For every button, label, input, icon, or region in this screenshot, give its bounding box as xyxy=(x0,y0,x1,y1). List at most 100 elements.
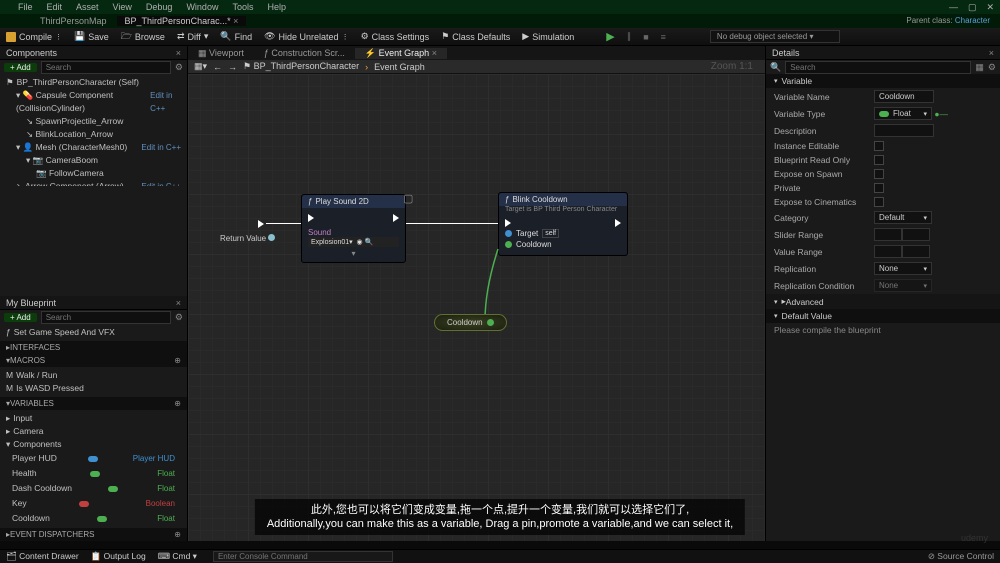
close-icon[interactable]: ✕ xyxy=(986,2,994,13)
hide-unrelated-button[interactable]: 👁 Hide Unrelated ⋮ xyxy=(264,31,348,42)
menu-view[interactable]: View xyxy=(113,2,132,12)
var-type-dropdown[interactable]: Float xyxy=(874,107,932,120)
minimize-icon[interactable]: — xyxy=(949,2,958,13)
class-defaults-button[interactable]: ⚑ Class Defaults xyxy=(441,31,510,42)
compile-button[interactable]: Compile ⋮ xyxy=(6,32,62,42)
return-value-pin[interactable]: Return Value xyxy=(220,234,275,243)
parent-class-link[interactable]: Character xyxy=(955,16,990,25)
exec-pin-out[interactable] xyxy=(258,220,264,230)
tree-item[interactable]: ↘ SpawnProjectile_Arrow xyxy=(4,115,183,128)
tree-item[interactable]: 📷 FollowCamera xyxy=(4,167,183,180)
panel-close-icon[interactable]: × xyxy=(989,48,994,58)
dispatchers-section[interactable]: ▸ EVENT DISPATCHERS⊕ xyxy=(0,528,187,541)
add-icon[interactable]: ⊕ xyxy=(174,399,181,408)
console-input[interactable] xyxy=(213,551,393,562)
variables-section[interactable]: ▾ VARIABLES⊕ xyxy=(0,397,187,410)
var-group[interactable]: ▸ Input xyxy=(4,412,183,425)
back-icon[interactable]: ← xyxy=(213,62,222,72)
var-name-input[interactable] xyxy=(874,90,934,103)
edit-cpp-link[interactable]: Edit in C++ xyxy=(141,141,181,154)
forward-icon[interactable]: → xyxy=(228,62,237,72)
menu-edit[interactable]: Edit xyxy=(47,2,63,12)
save-button[interactable]: 💾 Save xyxy=(74,31,109,42)
event-graph-tab[interactable]: ⚡ Event Graph × xyxy=(355,48,447,59)
add-component-button[interactable]: + Add xyxy=(4,63,37,72)
target-pin[interactable] xyxy=(505,230,512,237)
tab-bp[interactable]: BP_ThirdPersonCharac...* × xyxy=(117,16,247,26)
bp-readonly-checkbox[interactable] xyxy=(874,155,884,165)
panel-close-icon[interactable]: × xyxy=(176,48,181,58)
edit-cpp-link[interactable]: Edit in C++ xyxy=(150,89,181,115)
blueprint-search-input[interactable] xyxy=(41,311,171,324)
details-search-input[interactable] xyxy=(785,61,971,74)
output-log-button[interactable]: 📋 Output Log xyxy=(91,551,146,562)
browse-button[interactable]: 🗁 Browse xyxy=(121,29,165,45)
viewport-tab[interactable]: ▦ Viewport xyxy=(188,48,254,59)
interfaces-section[interactable]: ▸ INTERFACES xyxy=(0,341,187,354)
tab-close-icon[interactable]: × xyxy=(233,16,238,26)
gear-icon[interactable]: ⚙ xyxy=(175,312,183,323)
add-blueprint-button[interactable]: + Add xyxy=(4,313,37,322)
play-sound-node[interactable]: ƒ Play Sound 2D Sound Explosion01 ▾ ◉ 🔍 … xyxy=(301,194,406,263)
diff-button[interactable]: ⇄ Diff ▾ xyxy=(177,31,208,42)
category-dropdown[interactable]: Default xyxy=(874,211,932,224)
class-settings-button[interactable]: ⚙ Class Settings xyxy=(361,31,430,42)
variable-item[interactable]: Player HUDPlayer HUD xyxy=(4,451,183,466)
function-item[interactable]: ƒ Set Game Speed And VFX xyxy=(4,326,183,339)
cooldown-variable-node[interactable]: Cooldown xyxy=(434,314,507,331)
slider-min-input[interactable] xyxy=(874,228,902,241)
exec-pin-out[interactable] xyxy=(393,214,399,222)
gear-icon[interactable]: ⚙ xyxy=(175,62,183,73)
cmd-dropdown[interactable]: ⌨ Cmd ▾ xyxy=(158,551,197,562)
breadcrumb-graph[interactable]: Event Graph xyxy=(374,62,425,72)
macro-item[interactable]: M Walk / Run xyxy=(4,369,183,382)
cinematics-checkbox[interactable] xyxy=(874,197,884,207)
menu-tools[interactable]: Tools xyxy=(232,2,253,12)
var-output-pin[interactable] xyxy=(487,319,494,326)
expose-spawn-checkbox[interactable] xyxy=(874,169,884,179)
variable-item[interactable]: HealthFloat xyxy=(4,466,183,481)
simulation-button[interactable]: ▶ Simulation xyxy=(522,31,574,42)
value-min-input[interactable] xyxy=(874,245,902,258)
menu-help[interactable]: Help xyxy=(267,2,286,12)
menu-asset[interactable]: Asset xyxy=(76,2,99,12)
private-checkbox[interactable] xyxy=(874,183,884,193)
stop-button[interactable]: ■ xyxy=(643,32,648,42)
find-button[interactable]: 🔍 Find xyxy=(220,31,252,42)
content-drawer-button[interactable]: 🗂 Content Drawer xyxy=(6,551,79,562)
pause-button[interactable]: ∥ xyxy=(627,31,632,42)
tree-item[interactable]: ▾ 💊 Capsule Component (CollisionCylinder… xyxy=(4,89,183,115)
tree-item[interactable]: ↘ BlinkLocation_Arrow xyxy=(4,128,183,141)
var-group[interactable]: ▸ Camera xyxy=(4,425,183,438)
tab-map[interactable]: ThirdPersonMap xyxy=(32,16,115,26)
desc-input[interactable] xyxy=(874,124,934,137)
macros-section[interactable]: ▾ MACROS⊕ xyxy=(0,354,187,367)
exec-pin-in[interactable] xyxy=(308,214,314,222)
expand-icon[interactable]: ▾ xyxy=(308,249,399,258)
variable-item[interactable]: KeyBoolean xyxy=(4,496,183,511)
play-button[interactable]: ▶ xyxy=(606,30,614,43)
default-value-category[interactable]: Default Value xyxy=(766,309,1000,323)
exec-pin-in[interactable] xyxy=(505,219,511,227)
source-control-button[interactable]: ⊘ Source Control xyxy=(928,551,994,562)
tree-root[interactable]: ⚑ BP_ThirdPersonCharacter (Self) xyxy=(4,76,183,89)
components-search-input[interactable] xyxy=(41,61,171,74)
step-button[interactable]: ≡ xyxy=(661,32,666,42)
macro-item[interactable]: M Is WASD Pressed xyxy=(4,382,183,395)
value-max-input[interactable] xyxy=(902,245,930,258)
variable-item[interactable]: Dash CooldownFloat xyxy=(4,481,183,496)
breadcrumb-bp[interactable]: ⚑ BP_ThirdPersonCharacter xyxy=(243,61,359,72)
add-icon[interactable]: ⊕ xyxy=(174,530,181,539)
inst-edit-checkbox[interactable] xyxy=(874,141,884,151)
panel-close-icon[interactable]: × xyxy=(176,298,181,308)
event-graph-canvas[interactable]: Return Value ƒ Play Sound 2D Sound Explo… xyxy=(188,74,765,541)
grid-icon[interactable]: ▦ xyxy=(975,62,984,73)
variable-category[interactable]: Variable xyxy=(766,74,1000,88)
variable-item[interactable]: CooldownFloat xyxy=(4,511,183,526)
sound-asset-dropdown[interactable]: Explosion01 ▾ ◉ 🔍 xyxy=(308,237,399,247)
menu-window[interactable]: Window xyxy=(186,2,218,12)
tree-item[interactable]: ▾ 📷 CameraBoom xyxy=(4,154,183,167)
menu-debug[interactable]: Debug xyxy=(146,2,173,12)
add-icon[interactable]: ⊕ xyxy=(174,356,181,365)
exec-pin-out[interactable] xyxy=(615,219,621,227)
